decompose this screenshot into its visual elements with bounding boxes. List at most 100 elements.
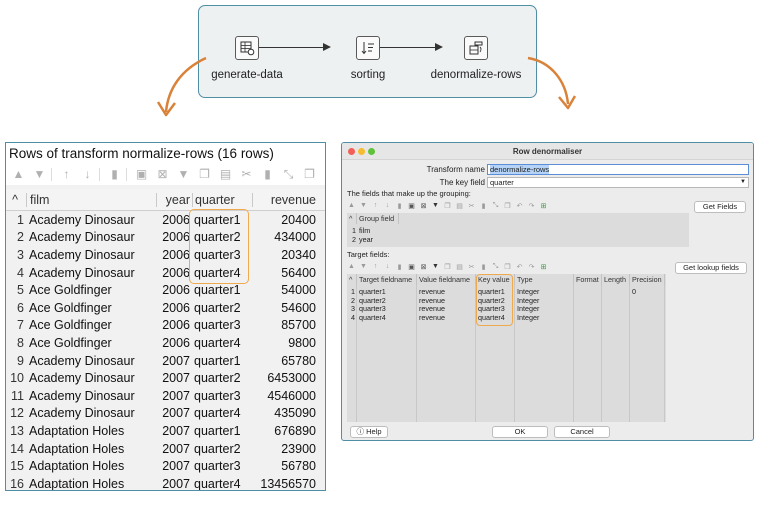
cell-year[interactable]: 2007 bbox=[156, 424, 192, 438]
length-header[interactable]: Length bbox=[602, 274, 630, 285]
zoom-window-icon[interactable] bbox=[368, 148, 375, 155]
cell-revenue[interactable]: 56780 bbox=[252, 459, 320, 473]
type-cell[interactable]: Integer bbox=[515, 313, 539, 322]
cell-film[interactable]: Academy Dinosaur bbox=[26, 248, 156, 262]
clear-icon[interactable]: ⊠ bbox=[419, 263, 428, 271]
table-row[interactable]: 16 Adaptation Holes 2007 quarter4 13456570 bbox=[6, 475, 325, 490]
cell-revenue[interactable]: 54000 bbox=[252, 283, 320, 297]
cell-film[interactable]: Adaptation Holes bbox=[26, 477, 156, 490]
table-row[interactable]: 5 Ace Goldfinger 2006 quarter1 54000 bbox=[6, 281, 325, 299]
dropdown-arrow-icon[interactable]: ▼ bbox=[740, 178, 746, 187]
cell-year[interactable]: 2006 bbox=[156, 301, 192, 315]
collapse-icon[interactable]: ⤡ bbox=[491, 263, 500, 271]
add-field-icon[interactable]: ⊞ bbox=[539, 202, 548, 210]
cell-revenue[interactable]: 676890 bbox=[252, 424, 320, 438]
cell-quarter[interactable]: quarter3 bbox=[192, 389, 252, 403]
cell-quarter[interactable]: quarter3 bbox=[192, 459, 252, 473]
redo-icon[interactable]: ↷ bbox=[527, 202, 536, 210]
cell-quarter[interactable]: quarter1 bbox=[192, 354, 252, 368]
delete-icon[interactable]: ▮ bbox=[105, 166, 124, 183]
get-lookup-fields-button[interactable]: Get lookup fields bbox=[675, 262, 747, 274]
table-row[interactable]: 7 Ace Goldfinger 2006 quarter3 85700 bbox=[6, 317, 325, 335]
copy-icon[interactable]: ❐ bbox=[443, 263, 452, 271]
paste-icon[interactable]: ▤ bbox=[455, 202, 464, 210]
cell-year[interactable]: 2007 bbox=[156, 406, 192, 420]
insert-row-icon[interactable]: ▲ bbox=[9, 166, 28, 183]
column-header-quarter[interactable]: quarter bbox=[192, 192, 252, 207]
filter-icon[interactable]: ▼ bbox=[174, 166, 193, 183]
insert-icon[interactable]: ▲ bbox=[347, 263, 356, 270]
format-header[interactable]: Format bbox=[574, 274, 602, 285]
move-up-icon[interactable]: ↑ bbox=[57, 166, 76, 183]
value-fieldname-cell[interactable]: revenue bbox=[417, 313, 445, 322]
table-row[interactable]: 9 Academy Dinosaur 2007 quarter1 65780 bbox=[6, 352, 325, 370]
duplicate-icon[interactable]: ❐ bbox=[503, 202, 512, 210]
cell-film[interactable]: Adaptation Holes bbox=[26, 442, 156, 456]
select-all-icon[interactable]: ▣ bbox=[407, 202, 416, 210]
key-field-select[interactable]: quarter ▼ bbox=[487, 177, 749, 188]
cell-revenue[interactable]: 435090 bbox=[252, 406, 320, 420]
cell-film[interactable]: Ace Goldfinger bbox=[26, 301, 156, 315]
cell-film[interactable]: Adaptation Holes bbox=[26, 424, 156, 438]
cell-year[interactable]: 2006 bbox=[156, 213, 192, 227]
target-fieldname-cell[interactable]: quarter4 bbox=[357, 313, 386, 322]
column-header-revenue[interactable]: revenue bbox=[252, 192, 320, 207]
cell-film[interactable]: Academy Dinosaur bbox=[26, 406, 156, 420]
cancel-button[interactable]: Cancel bbox=[554, 426, 610, 438]
cell-revenue[interactable]: 85700 bbox=[252, 318, 320, 332]
cell-year[interactable]: 2007 bbox=[156, 442, 192, 456]
table-row[interactable]: 3 Academy Dinosaur 2006 quarter3 20340 bbox=[6, 246, 325, 264]
sort-caret-icon[interactable]: ^ bbox=[347, 213, 357, 224]
key-value-cell[interactable]: quarter4 bbox=[476, 313, 505, 322]
group-field-header[interactable]: Group field bbox=[357, 213, 399, 224]
cell-year[interactable]: 2006 bbox=[156, 230, 192, 244]
cut-icon[interactable]: ✂ bbox=[467, 202, 476, 210]
table-row[interactable]: 13 Adaptation Holes 2007 quarter1 676890 bbox=[6, 422, 325, 440]
cell-quarter[interactable]: quarter2 bbox=[192, 371, 252, 385]
table-row[interactable]: 1 Academy Dinosaur 2006 quarter1 20400 bbox=[6, 211, 325, 229]
undo-icon[interactable]: ↶ bbox=[515, 202, 524, 210]
cell-revenue[interactable]: 54600 bbox=[252, 301, 320, 315]
get-fields-button[interactable]: Get Fields bbox=[694, 201, 746, 213]
cell-year[interactable]: 2007 bbox=[156, 389, 192, 403]
filter-icon[interactable]: ▼ bbox=[431, 263, 440, 270]
cell-year[interactable]: 2006 bbox=[156, 318, 192, 332]
cell-film[interactable]: Academy Dinosaur bbox=[26, 389, 156, 403]
table-row[interactable]: 11 Academy Dinosaur 2007 quarter3 4546000 bbox=[6, 387, 325, 405]
target-fieldname-cell[interactable]: quarter1 bbox=[357, 287, 386, 296]
redo-icon[interactable]: ↷ bbox=[527, 263, 536, 271]
copy-icon[interactable]: ❐ bbox=[443, 202, 452, 210]
type-header[interactable]: Type bbox=[515, 274, 574, 285]
delete-icon[interactable]: ▮ bbox=[395, 263, 404, 271]
transform-name-input[interactable]: denormalize-rows bbox=[487, 164, 749, 175]
cell-film[interactable]: Ace Goldfinger bbox=[26, 336, 156, 350]
cell-film[interactable]: Academy Dinosaur bbox=[26, 213, 156, 227]
sort-caret-icon[interactable]: ^ bbox=[6, 193, 26, 207]
column-header-year[interactable]: year bbox=[156, 192, 192, 207]
collapse-icon[interactable]: ⤡ bbox=[279, 166, 298, 183]
table-row[interactable]: 14 Adaptation Holes 2007 quarter2 23900 bbox=[6, 440, 325, 458]
move-down-icon[interactable]: ↓ bbox=[78, 166, 97, 183]
precision-cell[interactable]: 0 bbox=[630, 287, 636, 296]
trash-icon[interactable]: ▮ bbox=[479, 202, 488, 210]
group-row-field[interactable]: year bbox=[357, 235, 373, 244]
cell-film[interactable]: Adaptation Holes bbox=[26, 459, 156, 473]
cell-quarter[interactable]: quarter2 bbox=[192, 230, 252, 244]
cell-quarter[interactable]: quarter2 bbox=[192, 442, 252, 456]
table-row[interactable]: 2 Academy Dinosaur 2006 quarter2 434000 bbox=[6, 229, 325, 247]
group-row-field[interactable]: film bbox=[357, 226, 370, 235]
table-row[interactable]: 8 Ace Goldfinger 2006 quarter4 9800 bbox=[6, 334, 325, 352]
cell-revenue[interactable]: 434000 bbox=[252, 230, 320, 244]
cell-revenue[interactable]: 23900 bbox=[252, 442, 320, 456]
cell-year[interactable]: 2007 bbox=[156, 371, 192, 385]
table-row[interactable]: 6 Ace Goldfinger 2006 quarter2 54600 bbox=[6, 299, 325, 317]
cell-quarter[interactable]: quarter4 bbox=[192, 406, 252, 420]
trash-icon[interactable]: ▮ bbox=[258, 166, 277, 183]
cell-year[interactable]: 2007 bbox=[156, 354, 192, 368]
cell-film[interactable]: Ace Goldfinger bbox=[26, 283, 156, 297]
cut-icon[interactable]: ✂ bbox=[467, 263, 476, 271]
cell-quarter[interactable]: quarter4 bbox=[192, 336, 252, 350]
minimize-window-icon[interactable] bbox=[358, 148, 365, 155]
add-field-icon[interactable]: ⊞ bbox=[539, 263, 548, 271]
move-down-icon[interactable]: ↓ bbox=[383, 263, 392, 270]
